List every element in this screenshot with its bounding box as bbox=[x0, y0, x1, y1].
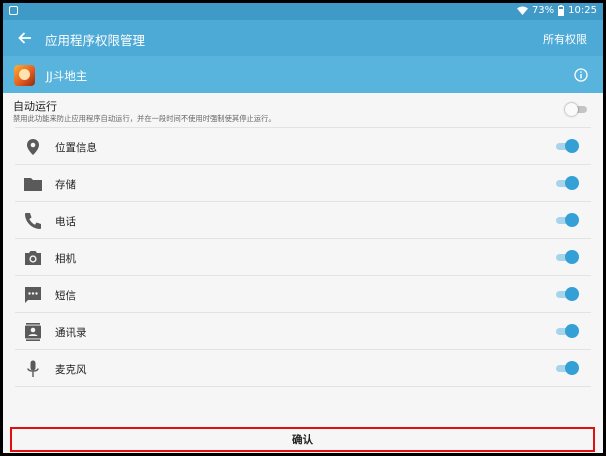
permission-label: 电话 bbox=[55, 216, 76, 228]
permission-item-phone[interactable]: 电话 bbox=[15, 201, 591, 238]
back-arrow-icon[interactable] bbox=[17, 30, 33, 46]
permission-toggle[interactable] bbox=[556, 324, 579, 339]
page-title: 应用程序权限管理 bbox=[45, 33, 146, 48]
status-bar: 73% 10:25 bbox=[3, 3, 603, 20]
permission-toggle[interactable] bbox=[556, 176, 579, 191]
info-icon[interactable] bbox=[574, 67, 588, 82]
toggle-knob bbox=[565, 361, 579, 375]
permission-toggle[interactable] bbox=[556, 213, 579, 228]
permission-label: 通讯录 bbox=[55, 327, 87, 339]
phone-icon bbox=[23, 211, 43, 231]
toggle-knob bbox=[565, 139, 579, 153]
confirm-button[interactable]: 确认 bbox=[12, 429, 593, 450]
clock: 10:25 bbox=[568, 5, 597, 16]
camera-icon bbox=[23, 248, 43, 268]
toggle-knob bbox=[565, 176, 579, 190]
permission-toggle[interactable] bbox=[556, 287, 579, 302]
permission-label: 存储 bbox=[55, 179, 76, 191]
autorun-toggle[interactable] bbox=[565, 103, 587, 116]
toggle-knob bbox=[565, 103, 578, 116]
contacts-icon bbox=[23, 322, 43, 342]
location-icon bbox=[23, 137, 43, 157]
permission-item-contacts[interactable]: 通讯录 bbox=[15, 312, 591, 349]
permission-list: 位置信息 存储 电话 相机 短信 通讯录 麦克风 bbox=[15, 127, 591, 387]
permission-item-microphone[interactable]: 麦克风 bbox=[15, 349, 591, 387]
permission-item-location[interactable]: 位置信息 bbox=[15, 127, 591, 164]
folder-icon bbox=[23, 174, 43, 194]
autorun-title: 自动运行 bbox=[13, 100, 57, 113]
toggle-knob bbox=[565, 250, 579, 264]
permission-toggle[interactable] bbox=[556, 250, 579, 265]
permission-toggle[interactable] bbox=[556, 361, 579, 376]
permission-label: 短信 bbox=[55, 290, 76, 302]
battery-icon bbox=[558, 5, 565, 16]
permission-item-camera[interactable]: 相机 bbox=[15, 238, 591, 275]
permission-toggle[interactable] bbox=[556, 139, 579, 154]
microphone-icon bbox=[23, 359, 43, 379]
app-row: JJ斗地主 bbox=[3, 56, 603, 93]
wifi-icon bbox=[516, 6, 528, 15]
permission-label: 麦克风 bbox=[55, 364, 87, 376]
all-permissions-button[interactable]: 所有权限 bbox=[543, 31, 587, 47]
toggle-knob bbox=[565, 213, 579, 227]
toggle-knob bbox=[565, 324, 579, 338]
app-icon bbox=[14, 65, 35, 86]
permission-item-sms[interactable]: 短信 bbox=[15, 275, 591, 312]
autorun-setting[interactable]: 自动运行 禁用此功能来防止应用程序自动运行，并在一段时间不使用时强制使其停止运行… bbox=[13, 97, 593, 127]
battery-percent: 73% bbox=[531, 5, 555, 16]
permission-label: 位置信息 bbox=[55, 142, 97, 154]
autorun-description: 禁用此功能来防止应用程序自动运行，并在一段时间不使用时强制使其停止运行。 bbox=[13, 114, 276, 123]
status-right: 73% 10:25 bbox=[516, 5, 597, 16]
toggle-knob bbox=[565, 287, 579, 301]
sms-icon bbox=[23, 285, 43, 305]
screen: 73% 10:25 应用程序权限管理 所有权限 JJ斗地主 自动运行 禁用此功能… bbox=[3, 3, 603, 453]
permission-item-storage[interactable]: 存储 bbox=[15, 164, 591, 201]
notification-icon bbox=[9, 6, 18, 15]
permission-label: 相机 bbox=[55, 253, 76, 265]
app-name: JJ斗地主 bbox=[46, 69, 88, 83]
confirm-highlight: 确认 bbox=[10, 427, 595, 452]
app-bar: 应用程序权限管理 所有权限 bbox=[3, 20, 603, 56]
